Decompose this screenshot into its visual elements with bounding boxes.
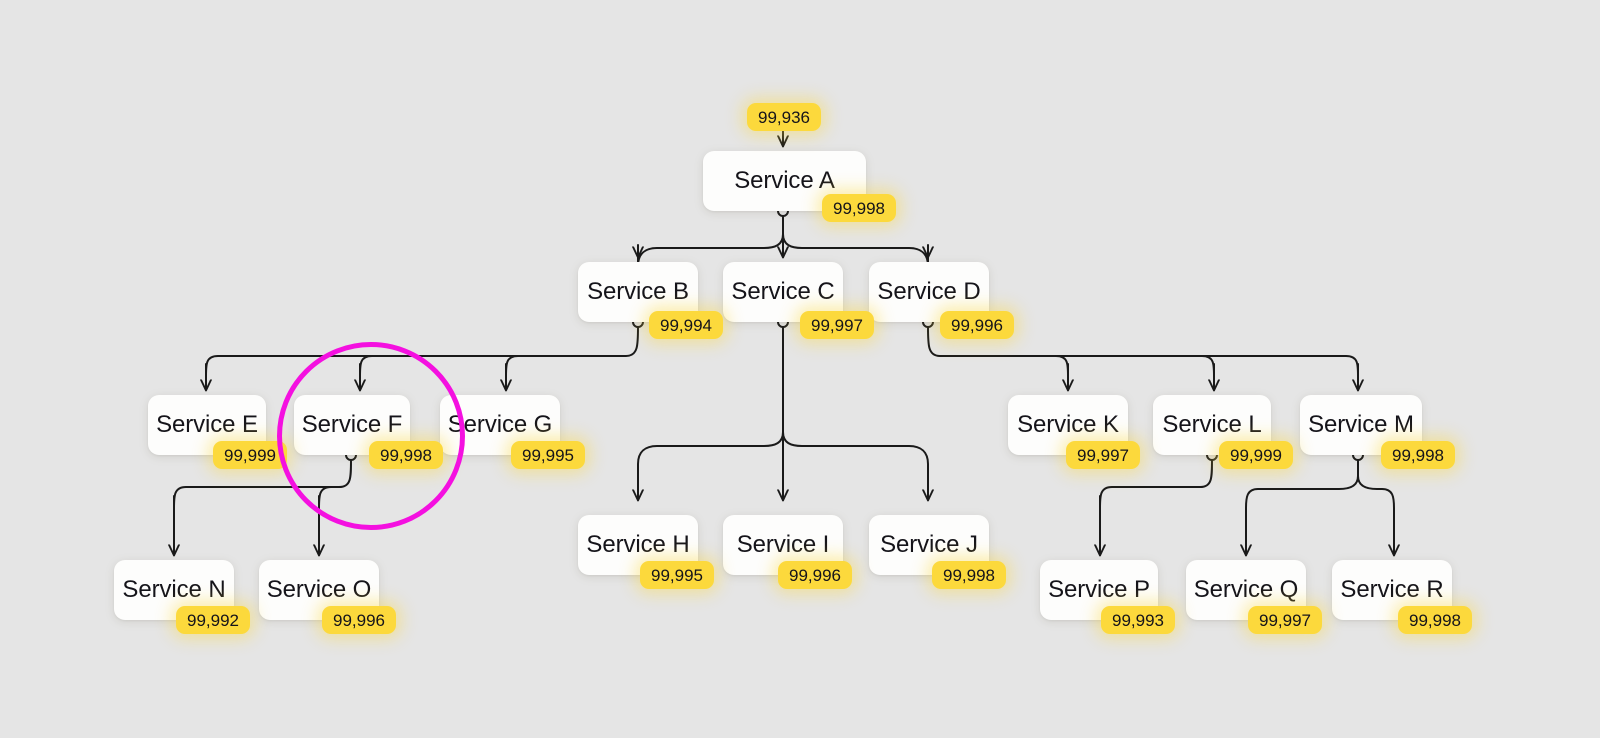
availability-badge-f: 99,998 xyxy=(369,441,443,469)
service-node-label: Service M xyxy=(1308,411,1414,438)
service-node-label: Service K xyxy=(1017,411,1119,438)
availability-badge-value: 99,993 xyxy=(1112,610,1164,630)
service-node-label: Service G xyxy=(447,411,553,438)
availability-badge-e: 99,999 xyxy=(213,441,287,469)
availability-badge-value: 99,998 xyxy=(943,565,995,585)
availability-badge-value: 99,996 xyxy=(333,610,385,630)
service-node-label: Service F xyxy=(301,411,403,438)
service-node-label: Service L xyxy=(1162,411,1262,438)
availability-badge-d: 99,996 xyxy=(940,311,1014,339)
availability-badge-value: 99,999 xyxy=(1230,445,1282,465)
service-node-label: Service A xyxy=(734,167,835,194)
availability-badge-value: 99,998 xyxy=(380,445,432,465)
availability-badge-r: 99,998 xyxy=(1398,606,1472,634)
availability-badge-p: 99,993 xyxy=(1101,606,1175,634)
availability-badge-i: 99,996 xyxy=(778,561,852,589)
availability-badge-value: 99,994 xyxy=(660,315,712,335)
entry-traffic-badge-value: 99,936 xyxy=(758,107,810,127)
service-node-label: Service Q xyxy=(1193,576,1299,603)
node-layer: Service A 99,998 Service B 99,994 Service C 9… xyxy=(0,0,1600,738)
service-node-label: Service J xyxy=(880,531,978,558)
availability-badge-j: 99,998 xyxy=(932,561,1006,589)
availability-badge-value: 99,998 xyxy=(1409,610,1461,630)
service-node-label: Service P xyxy=(1048,576,1150,603)
service-node-label: Service O xyxy=(266,576,372,603)
availability-badge-m: 99,998 xyxy=(1381,441,1455,469)
service-node-label: Service H xyxy=(586,531,690,558)
diagram-canvas: Service A 99,998 Service B 99,994 Service C 9… xyxy=(0,0,1600,738)
availability-badge-h: 99,995 xyxy=(640,561,714,589)
availability-badge-g: 99,995 xyxy=(511,441,585,469)
availability-badge-l: 99,999 xyxy=(1219,441,1293,469)
availability-badge-value: 99,992 xyxy=(187,610,239,630)
service-node-label: Service R xyxy=(1340,576,1444,603)
availability-badge-n: 99,992 xyxy=(176,606,250,634)
availability-badge-value: 99,996 xyxy=(951,315,1003,335)
availability-badge-value: 99,997 xyxy=(1077,445,1129,465)
service-node-label: Service B xyxy=(587,278,689,305)
service-node-label: Service N xyxy=(122,576,226,603)
service-node-label: Service C xyxy=(731,278,835,305)
availability-badge-value: 99,995 xyxy=(522,445,574,465)
availability-badge-a: 99,998 xyxy=(822,194,896,222)
availability-badge-o: 99,996 xyxy=(322,606,396,634)
service-node-label: Service D xyxy=(877,278,981,305)
availability-badge-value: 99,997 xyxy=(1259,610,1311,630)
availability-badge-q: 99,997 xyxy=(1248,606,1322,634)
availability-badge-value: 99,996 xyxy=(789,565,841,585)
availability-badge-b: 99,994 xyxy=(649,311,723,339)
availability-badge-value: 99,995 xyxy=(651,565,703,585)
availability-badge-value: 99,998 xyxy=(833,198,885,218)
entry-traffic-badge: 99,936 xyxy=(747,103,821,131)
service-node-label: Service I xyxy=(736,531,830,558)
availability-badge-value: 99,998 xyxy=(1392,445,1444,465)
service-node-label: Service E xyxy=(156,411,258,438)
availability-badge-c: 99,997 xyxy=(800,311,874,339)
availability-badge-k: 99,997 xyxy=(1066,441,1140,469)
availability-badge-value: 99,997 xyxy=(811,315,863,335)
availability-badge-value: 99,999 xyxy=(224,445,276,465)
